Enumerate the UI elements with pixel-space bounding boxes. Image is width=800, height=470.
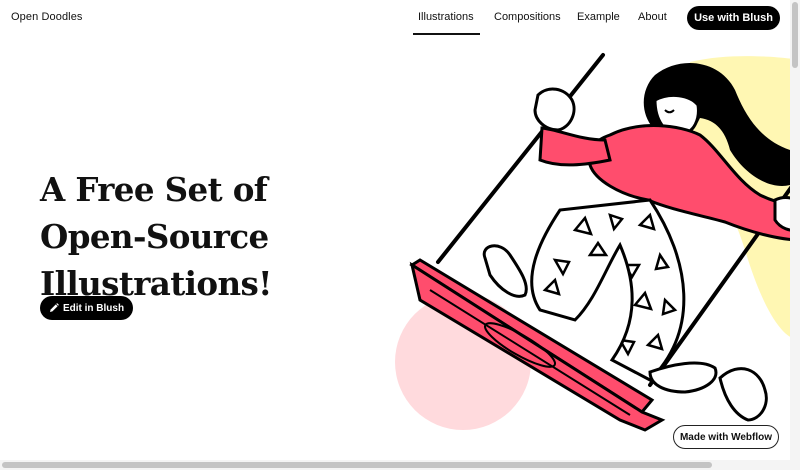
swing-girl-illustration xyxy=(395,53,800,432)
left-shoe xyxy=(482,244,528,298)
nav-link-compositions[interactable]: Compositions xyxy=(494,11,561,23)
nav-link-about[interactable]: About xyxy=(638,11,667,23)
left-hand xyxy=(533,87,576,132)
use-with-blush-button[interactable]: Use with Blush xyxy=(687,6,780,30)
top-nav: Open Doodles Illustrations Compositions … xyxy=(0,0,800,36)
horizontal-scrollbar[interactable] xyxy=(0,460,800,470)
nav-link-example[interactable]: Example xyxy=(577,11,620,23)
left-arm xyxy=(538,126,612,167)
right-shoe xyxy=(648,361,718,394)
vertical-scrollbar-thumb[interactable] xyxy=(792,2,798,68)
made-with-webflow-badge[interactable]: Made with Webflow xyxy=(673,425,779,449)
vertical-scrollbar[interactable] xyxy=(790,0,800,470)
hero-title: A Free Set of Open-Source Illustrations! xyxy=(40,170,272,303)
edit-in-blush-button[interactable]: Edit in Blush xyxy=(40,296,133,320)
horizontal-scrollbar-thumb[interactable] xyxy=(2,462,712,468)
brand-logo[interactable]: Open Doodles xyxy=(11,11,83,23)
edit-in-blush-label: Edit in Blush xyxy=(62,302,125,314)
pencil-icon xyxy=(49,303,59,312)
nav-link-illustrations[interactable]: Illustrations xyxy=(413,11,480,35)
